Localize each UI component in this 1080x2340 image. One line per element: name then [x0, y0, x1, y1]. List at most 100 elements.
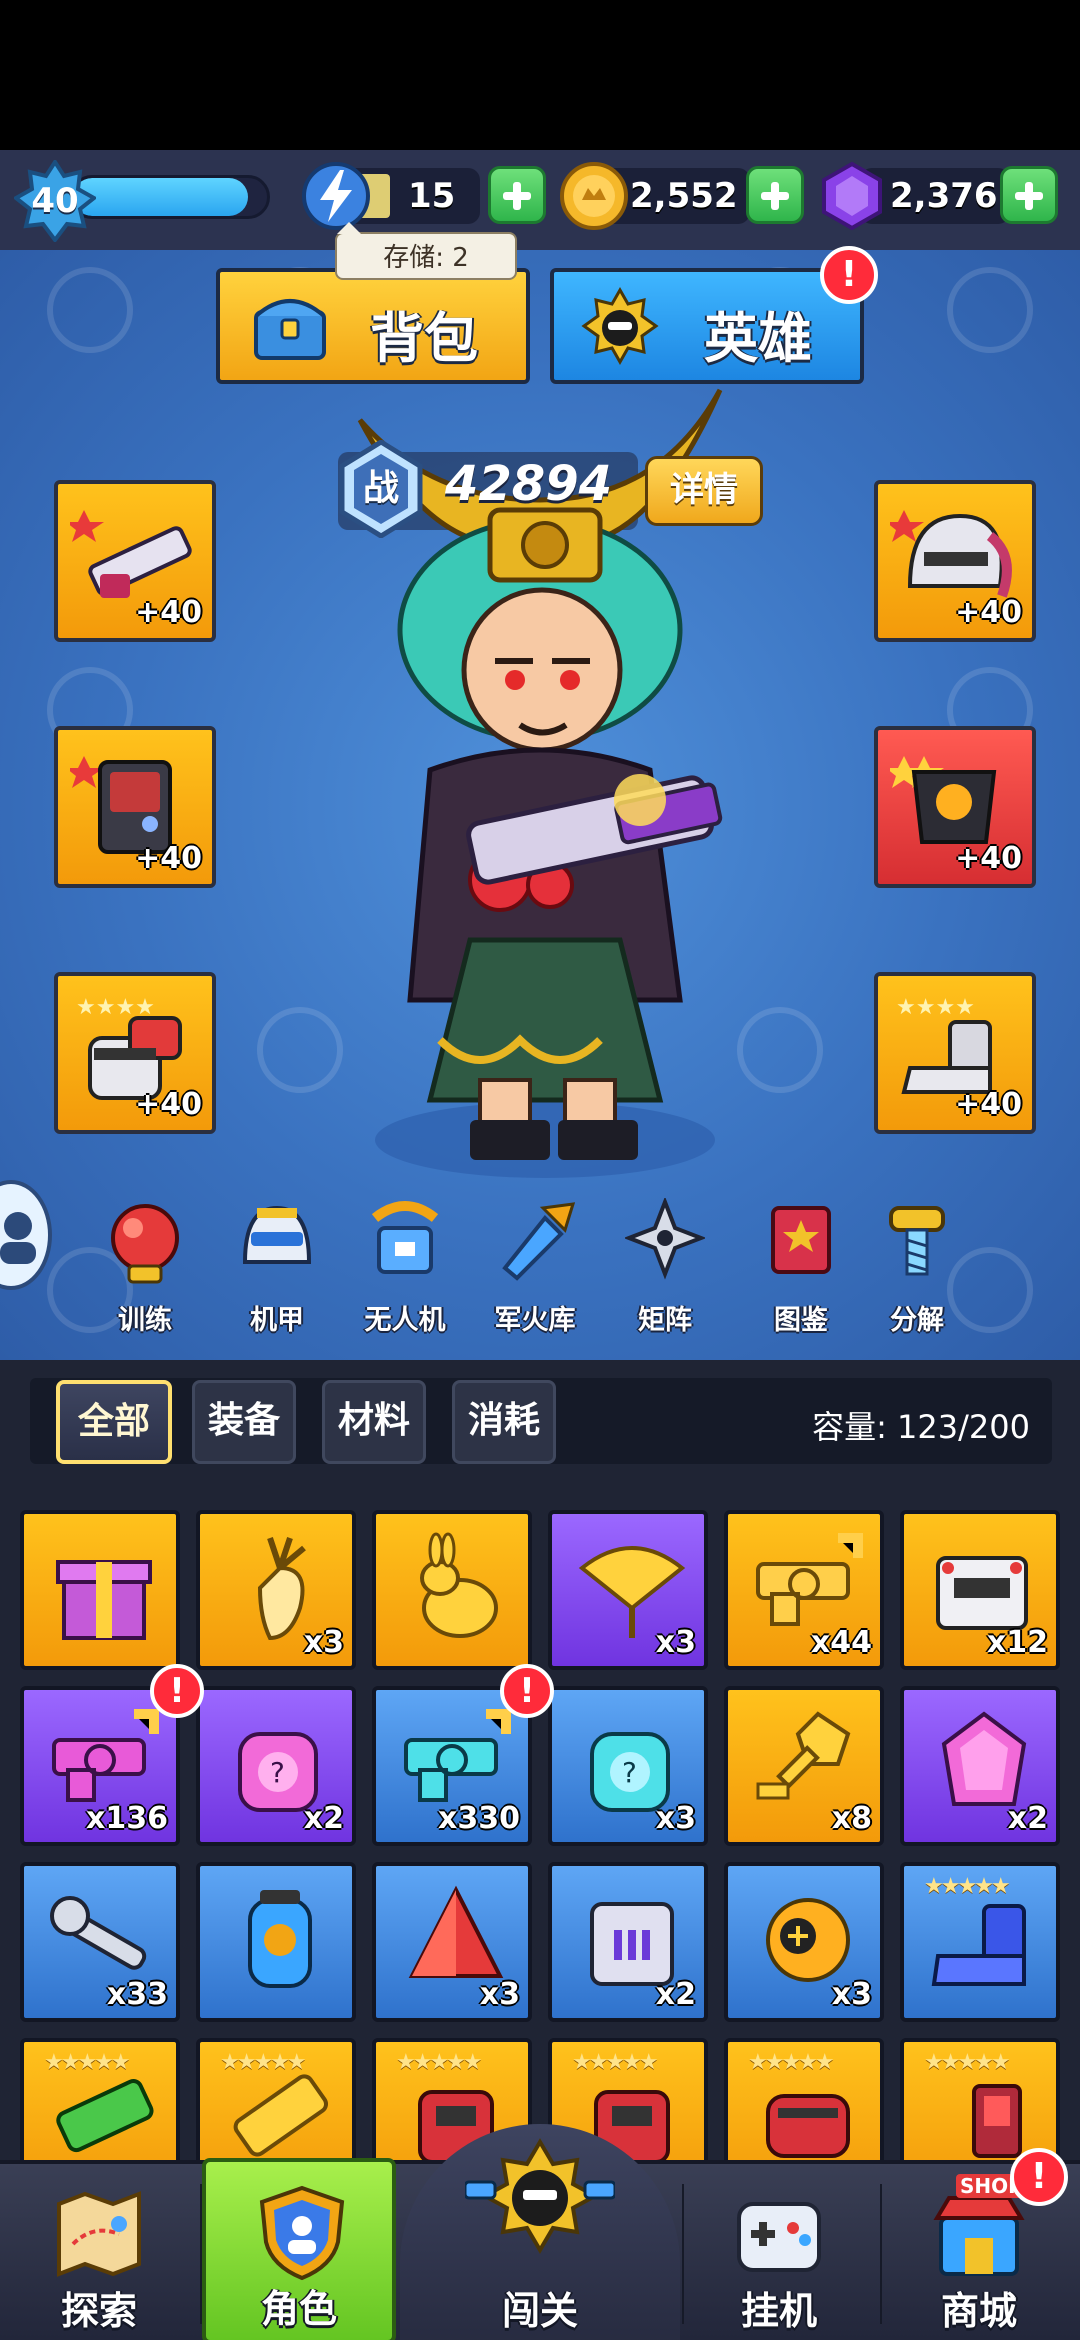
add-gems-button[interactable] [1000, 166, 1058, 224]
menu-drone[interactable]: 无人机 [350, 1198, 460, 1338]
boxing-glove-icon [111, 1204, 179, 1284]
status-bar [0, 0, 1080, 150]
equip-slot-weapon[interactable]: +40 [54, 480, 216, 642]
item-count: x33 [106, 1977, 168, 2012]
item-count: x330 [438, 1801, 520, 1836]
lightning-icon [300, 160, 372, 232]
menu-mecha-label: 机甲 [250, 1305, 304, 1336]
inventory-item[interactable]: x44 [724, 1510, 884, 1670]
filter-equipment[interactable]: 装备 [192, 1380, 296, 1464]
item-count: x2 [655, 1977, 696, 2012]
tab-backpack-label: 背包 [370, 307, 478, 370]
nav-battle-label: 闯关 [501, 2289, 578, 2333]
inventory-item[interactable]: x12 [900, 1510, 1060, 1670]
menu-training[interactable]: 训练 [90, 1198, 200, 1338]
menu-arsenal-label: 军火库 [494, 1305, 576, 1336]
inventory-capacity: 容量: 123/200 [812, 1408, 1030, 1446]
nav-divider [880, 2184, 882, 2324]
equip-slot-boots[interactable]: ★★★★ +40 [874, 972, 1036, 1134]
nav-idle-label: 挂机 [740, 2289, 817, 2333]
item-count: x3 [655, 1625, 696, 1660]
nav-explore[interactable]: 探索 [4, 2164, 194, 2340]
inventory-item[interactable]: x3 [548, 1510, 708, 1670]
equip-slot-armor[interactable]: +40 [54, 726, 216, 888]
inventory-item[interactable]: ★★★★★ [724, 2038, 884, 2160]
green-weapon-icon [56, 2079, 154, 2153]
purple-gem-icon [816, 160, 888, 232]
energy-value: 15 [408, 176, 456, 216]
equip-level: +40 [955, 1087, 1022, 1122]
inventory-item[interactable]: x3 [196, 1510, 356, 1670]
shop-alert-badge: ! [1010, 2148, 1068, 2206]
inventory-item[interactable]: ? x3 [548, 1686, 708, 1846]
golden-rabbit-icon [420, 1532, 498, 1638]
item-count: x12 [986, 1625, 1048, 1660]
nav-battle[interactable]: 闯关 [445, 2138, 635, 2340]
menu-disassemble[interactable]: 分解 [862, 1198, 972, 1338]
equip-slot-chest[interactable]: +40 [874, 726, 1036, 888]
nav-character[interactable]: 角色 [202, 2158, 396, 2340]
drone-icon [371, 1201, 439, 1274]
item-alert-badge: ! [500, 1664, 554, 1718]
tab-backpack[interactable]: 背包 [216, 268, 530, 384]
coin-icon [558, 160, 630, 232]
menu-codex-label: 图鉴 [774, 1305, 828, 1336]
map-icon [57, 2191, 141, 2277]
inventory-item[interactable]: x2 [900, 1686, 1060, 1846]
inventory-item[interactable]: x2 [548, 1862, 708, 2022]
red-gauntlet-icon [766, 2094, 850, 2158]
filter-consumables[interactable]: 消耗 [452, 1380, 556, 1464]
add-coins-button[interactable] [746, 166, 804, 224]
menu-mecha[interactable]: 机甲 [222, 1198, 332, 1338]
menu-arsenal[interactable]: 军火库 [480, 1198, 590, 1338]
inventory-item[interactable]: ★★★★★ [196, 2038, 356, 2160]
equip-slot-helmet[interactable]: +40 [874, 480, 1036, 642]
filter-materials[interactable]: 材料 [322, 1380, 426, 1464]
gamepad-icon [737, 2202, 821, 2272]
nav-idle[interactable]: 挂机 [684, 2164, 874, 2340]
battle-emblem-icon [465, 2138, 615, 2254]
item-count: x2 [303, 1801, 344, 1836]
screw-icon [889, 1206, 945, 1276]
inventory-item[interactable]: x3 [372, 1862, 532, 2022]
menu-matrix[interactable]: 矩阵 [610, 1198, 720, 1338]
shop-icon [933, 2196, 1025, 2276]
equip-slot-gauntlet[interactable]: ★★★★ +40 [54, 972, 216, 1134]
inventory-item[interactable]: ? x2 [196, 1686, 356, 1846]
menu-drone-label: 无人机 [364, 1305, 446, 1336]
details-button[interactable]: 详情 [645, 456, 763, 526]
inventory-item[interactable] [196, 1862, 356, 2022]
add-energy-button[interactable] [488, 166, 546, 224]
character-shield-icon [259, 2185, 345, 2281]
hero-emblem-icon [581, 286, 659, 366]
inventory-item[interactable]: ★★★★★ [900, 2038, 1060, 2160]
inventory-item[interactable] [372, 1510, 532, 1670]
missile-icon [502, 1202, 575, 1281]
coin-value: 2,552 [630, 176, 738, 216]
combat-power-value: 42894 [445, 456, 612, 512]
tab-hero[interactable]: 英雄 [550, 268, 864, 384]
inventory-item[interactable]: ★★★★★ [900, 1862, 1060, 2022]
codex-book-icon [771, 1206, 831, 1274]
menu-codex[interactable]: 图鉴 [746, 1198, 856, 1338]
equip-level: +40 [135, 1087, 202, 1122]
item-alert-badge: ! [150, 1664, 204, 1718]
chest-icon [254, 299, 326, 360]
combat-power-label: 战 [362, 468, 399, 509]
inventory-item[interactable]: ★★★★★ [20, 2038, 180, 2160]
inventory-panel: 全部 装备 材料 消耗 容量: 123/200 x3 x3 x44 x12 x1… [0, 1360, 1080, 2160]
combat-power-badge: 战 [336, 439, 426, 539]
player-level-badge[interactable]: 40 [14, 160, 96, 242]
gold-weapon-icon [233, 2074, 329, 2157]
inventory-item[interactable] [20, 1510, 180, 1670]
item-count: x3 [479, 1977, 520, 2012]
nav-explore-label: 探索 [60, 2289, 137, 2333]
equip-level: +40 [955, 841, 1022, 876]
inventory-item[interactable]: x3 [724, 1862, 884, 2022]
blue-boot-icon [931, 1904, 1026, 1986]
shuriken-icon [625, 1198, 705, 1280]
inventory-item[interactable]: x8 [724, 1686, 884, 1846]
filter-all[interactable]: 全部 [56, 1380, 172, 1464]
inventory-item[interactable]: x136 [20, 1686, 180, 1846]
inventory-item[interactable]: x33 [20, 1862, 180, 2022]
